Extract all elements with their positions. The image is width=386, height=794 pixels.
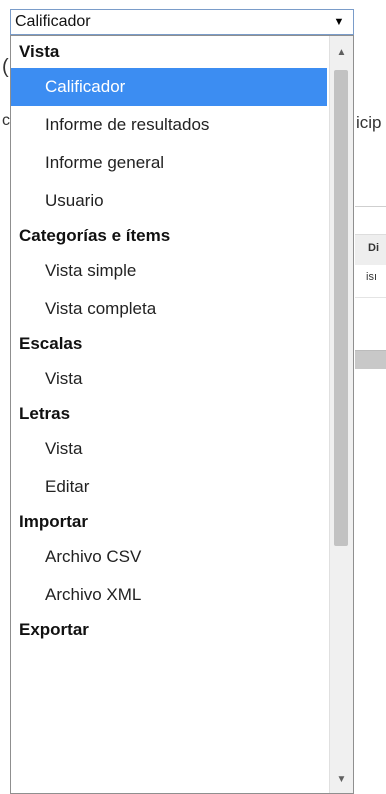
optgroup-label: Categorías e ítems xyxy=(19,226,171,245)
triangle-down-icon[interactable]: ▼ xyxy=(331,16,347,28)
dropdown-option[interactable]: Vista xyxy=(11,360,327,398)
scroll-up-arrow-icon[interactable]: ▲ xyxy=(330,44,353,62)
scroll-down-arrow-icon[interactable]: ▼ xyxy=(330,771,353,789)
optgroup-label: Escalas xyxy=(19,334,83,353)
view-select-dropdown[interactable]: Vista Calificador Informe de resultados Inf… xyxy=(10,35,354,794)
background-row-divider xyxy=(355,297,386,298)
dropdown-option-selected[interactable]: Calificador xyxy=(11,68,327,106)
dropdown-option[interactable]: Vista xyxy=(11,430,327,468)
dropdown-list: Vista Calificador Informe de resultados Inf… xyxy=(11,36,327,646)
optgroup-label: Importar xyxy=(19,512,88,531)
background-text-fragment: icip xyxy=(356,113,382,132)
background-column-header: Di xyxy=(368,242,379,254)
dropdown-option[interactable]: Editar xyxy=(11,468,327,506)
view-select[interactable]: Calificador ▼ xyxy=(10,9,354,35)
background-text-fragment: c xyxy=(2,112,10,129)
dropdown-option[interactable]: Archivo XML xyxy=(11,576,327,614)
optgroup-label: Exportar xyxy=(19,620,89,639)
view-select-value: Calificador xyxy=(15,13,91,30)
dropdown-option[interactable]: Archivo CSV xyxy=(11,538,327,576)
dropdown-option[interactable]: Informe de resultados xyxy=(11,106,327,144)
background-paren: ( xyxy=(2,56,9,78)
dropdown-scrollbar[interactable]: ▲ ▼ xyxy=(329,36,353,793)
scrollbar-thumb[interactable] xyxy=(334,70,348,546)
dropdown-option[interactable]: Vista completa xyxy=(11,290,327,328)
background-table-border xyxy=(355,206,386,207)
optgroup-label: Letras xyxy=(19,404,71,423)
dropdown-option[interactable]: Vista simple xyxy=(11,252,327,290)
dropdown-option[interactable]: Usuario xyxy=(11,182,327,220)
optgroup-label: Vista xyxy=(19,42,60,61)
background-horizontal-scrollbar[interactable] xyxy=(355,350,386,369)
background-cell: isı xyxy=(366,271,377,283)
dropdown-option[interactable]: Informe general xyxy=(11,144,327,182)
